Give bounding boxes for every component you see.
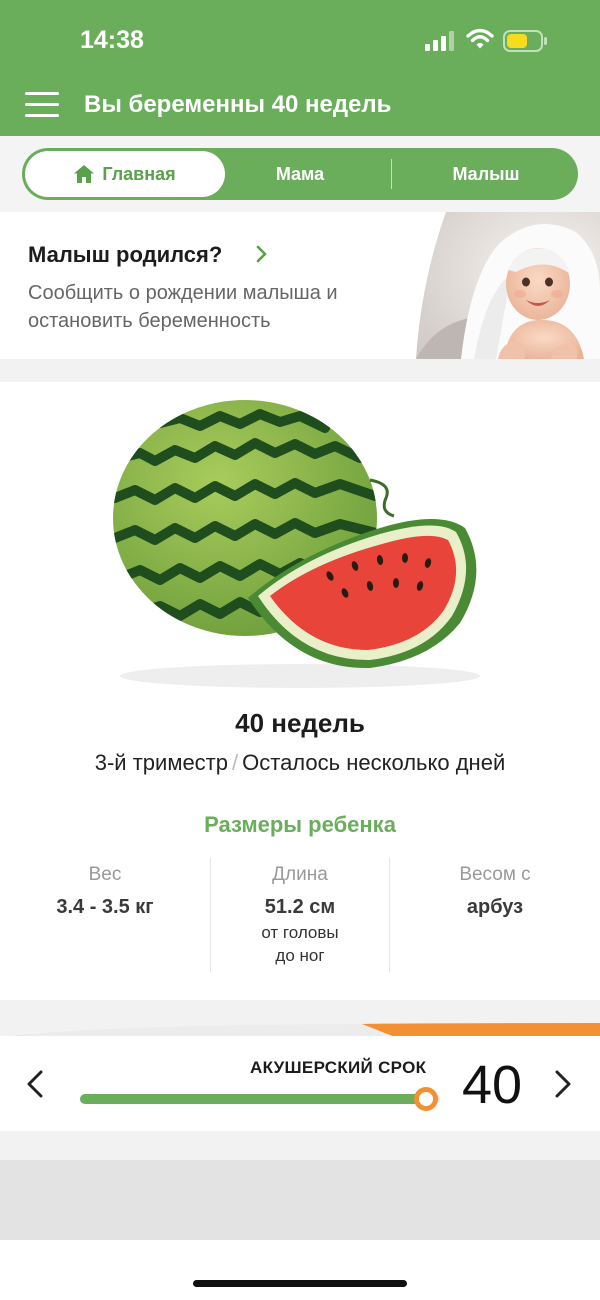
length-value: 51.2 см bbox=[264, 896, 336, 918]
segmented-tabs: Главная Мама Малыш bbox=[22, 148, 578, 200]
pregnancy-weeks: 40 недель bbox=[235, 708, 365, 738]
week-info-card: 40 недель 3-й триместр / Осталось нескольк… bbox=[0, 382, 600, 1000]
obstetric-term-label: АКУШЕРСКИЙ СРОК bbox=[250, 1058, 427, 1077]
length-note-line2: до ног bbox=[275, 946, 325, 965]
baby-weight: Вес 3.4 - 3.5 кг bbox=[0, 858, 210, 972]
baby-size-compare: Весом с арбуз bbox=[390, 858, 600, 972]
days-remaining: Осталось несколько дней bbox=[242, 750, 506, 775]
baby-photo bbox=[416, 212, 600, 359]
prev-week-button[interactable] bbox=[26, 1070, 44, 1098]
battery-icon bbox=[503, 30, 547, 52]
chevron-right-icon bbox=[256, 245, 267, 263]
weight-label: Вес bbox=[88, 864, 122, 885]
baby-born-card[interactable]: Малыш родился? Сообщить о рождении малыш… bbox=[0, 212, 600, 359]
baby-born-title: Малыш родился? bbox=[28, 242, 223, 267]
length-note-line1: от головы bbox=[261, 923, 339, 942]
cellular-signal-icon bbox=[425, 31, 455, 51]
current-week-number: 40 bbox=[462, 1055, 523, 1115]
page-title: Вы беременны 40 недель bbox=[84, 91, 392, 118]
trimester-line: 3-й триместр / Осталось несколько дней bbox=[0, 750, 600, 776]
selector-accent-stripe bbox=[0, 1023, 600, 1037]
menu-button[interactable] bbox=[25, 92, 59, 118]
week-slider-thumb[interactable] bbox=[413, 1087, 438, 1111]
weight-value: 3.4 - 3.5 кг bbox=[56, 896, 154, 918]
trimester: 3-й триместр bbox=[94, 750, 228, 775]
tabs-container: Главная Мама Малыш bbox=[0, 136, 600, 212]
tab-mama-label: Мама bbox=[275, 163, 325, 184]
week-slider-fill bbox=[80, 1094, 426, 1104]
tab-baby-label: Малыш bbox=[452, 163, 520, 184]
compare-value: арбуз bbox=[466, 896, 524, 918]
tab-mama[interactable]: Мама bbox=[212, 148, 388, 200]
wifi-icon bbox=[466, 28, 494, 49]
content-placeholder bbox=[0, 1160, 600, 1240]
tab-baby[interactable]: Малыш bbox=[394, 148, 578, 200]
next-week-button[interactable] bbox=[554, 1070, 572, 1098]
week-slider[interactable] bbox=[80, 1087, 440, 1111]
home-bar bbox=[0, 1240, 600, 1300]
compare-label: Весом с bbox=[459, 864, 531, 885]
baby-born-description-line2: остановить беременность bbox=[28, 310, 271, 332]
tab-home-label: Главная bbox=[102, 163, 176, 184]
baby-born-description-line1: Сообщить о рождении малыша и bbox=[28, 282, 338, 304]
baby-length: Длина 51.2 см от головы до ног bbox=[210, 858, 390, 972]
watermelon-illustration bbox=[113, 400, 480, 688]
tab-divider bbox=[391, 159, 392, 189]
length-label: Длина bbox=[272, 864, 328, 885]
status-time: 14:38 bbox=[80, 26, 144, 54]
home-indicator[interactable] bbox=[193, 1280, 407, 1287]
baby-sizes-title: Размеры ребенка bbox=[204, 812, 396, 837]
home-icon bbox=[74, 165, 95, 183]
separator: / bbox=[232, 750, 239, 775]
app-header: 14:38 Вы беременны 40 недель bbox=[0, 0, 600, 136]
tab-home[interactable]: Главная bbox=[25, 151, 225, 197]
week-selector: АКУШЕРСКИЙ СРОК 40 bbox=[0, 1036, 600, 1131]
